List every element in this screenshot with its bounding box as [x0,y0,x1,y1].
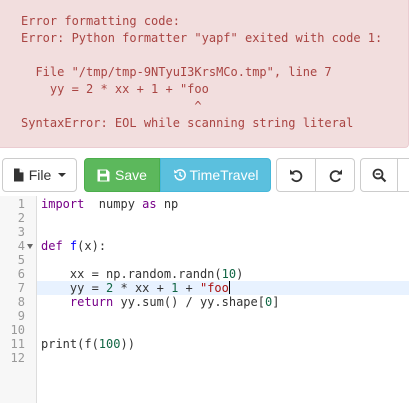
history-icon [173,168,187,182]
code-token: "foo [199,281,229,295]
code-token: def [41,239,63,253]
error-line: SyntaxError: EOL while scanning string l… [21,116,354,130]
line-number: 10 [10,323,25,337]
text-cursor [228,281,230,294]
code-line-active[interactable]: yy = 2 * xx + 1 + "foo [37,281,409,295]
save-label: Save [115,167,147,183]
code-token: import [41,197,85,211]
file-icon [13,168,24,182]
code-token: return [69,295,114,309]
zoom-in-button[interactable] [397,158,409,192]
chevron-down-icon [58,173,67,177]
code-line[interactable]: def f(x): [37,239,409,253]
error-line: ^ [21,99,202,113]
error-line: File "/tmp/tmp-9NTyuI3KrsMCo.tmp", line … [21,65,332,79]
timetravel-label: TimeTravel [189,167,259,183]
code-line[interactable] [37,253,409,267]
fold-arrow-icon[interactable] [27,244,33,249]
code-token: 100 [98,337,121,351]
line-number: 9 [17,309,25,323]
error-panel: Error formatting code: Error: Python form… [0,0,409,148]
save-button[interactable]: Save [84,158,160,192]
zoom-out-button[interactable] [360,158,398,192]
redo-icon [328,168,343,183]
code-line[interactable] [37,323,409,337]
floppy-disk-icon [97,169,110,182]
line-number: 1 [17,197,25,211]
code-line[interactable]: print(f(100)) [37,337,409,351]
error-line: Error: Python formatter "yapf" exited wi… [21,31,383,45]
code-token: yy.sum() / yy.shape[ [113,295,265,309]
code-token: xx = np.random.randn( [41,267,222,281]
error-message: Error formatting code: Error: Python form… [21,13,382,132]
zoom-out-icon [372,168,387,183]
code-line[interactable]: import numpy as np [37,197,409,211]
file-label: File [28,167,52,183]
file-menu-button[interactable]: File [2,158,77,192]
code-line[interactable] [37,351,409,365]
timetravel-button[interactable]: TimeTravel [160,158,271,192]
code-line[interactable]: xx = np.random.randn(10) [37,267,409,281]
line-number: 7 [17,281,25,295]
redo-button[interactable] [315,158,355,192]
error-line [21,47,382,64]
code-token: + [178,281,200,295]
code-token: as [142,197,157,211]
code-line[interactable] [37,309,409,323]
code-line[interactable] [37,211,409,225]
line-number: 12 [10,351,25,365]
code-token: ] [272,295,280,309]
code-token: numpy [84,197,143,211]
code-token: )) [120,337,135,351]
line-number: 2 [17,211,25,225]
line-number: 3 [17,225,25,239]
line-number: 5 [17,253,25,267]
code-token: ) [236,267,244,281]
undo-icon [289,168,304,183]
line-number-gutter: 1 2 3 4 5 6 7 8 9 10 11 12 [0,196,37,403]
code-editor[interactable]: 1 2 3 4 5 6 7 8 9 10 11 12 import numpy … [0,196,409,403]
line-number: 6 [17,267,25,281]
code-token: print(f( [41,337,99,351]
code-token: * xx + [113,281,172,295]
code-token: np [156,197,179,211]
error-line: yy = 2 * xx + 1 + "foo [21,82,209,96]
line-number: 11 [10,337,25,351]
line-number: 8 [17,295,25,309]
undo-button[interactable] [276,158,316,192]
code-line[interactable] [37,225,409,239]
code-token: yy = [41,281,107,295]
code-token: (x): [77,239,107,253]
toolbar: File Save TimeTravel [0,158,409,192]
code-token: 10 [221,267,237,281]
error-line: Error formatting code: [21,14,180,28]
code-line[interactable]: return yy.sum() / yy.shape[0] [37,295,409,309]
line-number: 4 [17,239,25,253]
